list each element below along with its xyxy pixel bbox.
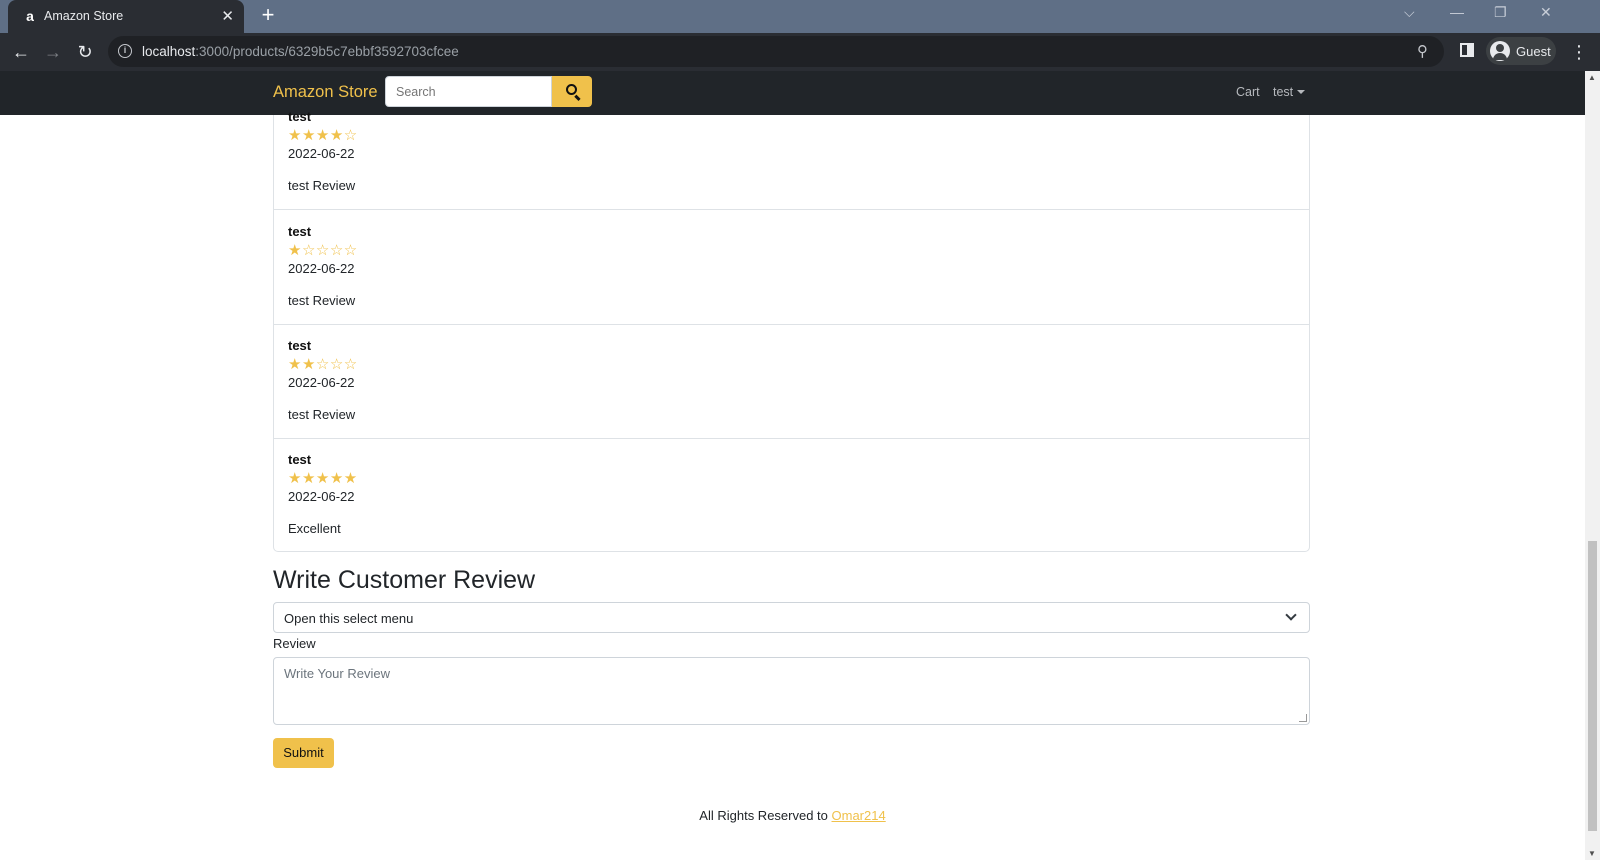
- close-window-icon[interactable]: ✕: [1540, 4, 1552, 21]
- caret-down-icon: [1297, 90, 1306, 94]
- review-item: test ★★★★☆ 2022-06-22 test Review: [274, 95, 1309, 210]
- review-placeholder: Write Your Review: [284, 666, 390, 681]
- write-review-heading: Write Customer Review: [273, 566, 536, 594]
- page-scrollbar[interactable]: ▲ ▼: [1585, 71, 1600, 860]
- profile-name: Guest: [1516, 44, 1551, 59]
- reviews-container: test ★★★★☆ 2022-06-22 test Review test ★…: [273, 109, 1310, 553]
- review-text: test Review: [288, 407, 356, 422]
- review-author: test: [288, 338, 312, 353]
- new-tab-icon[interactable]: +: [256, 4, 280, 28]
- submit-button[interactable]: Submit: [273, 738, 334, 768]
- scrollbar-thumb[interactable]: [1588, 541, 1597, 831]
- rating-select[interactable]: Open this select menu: [273, 602, 1310, 633]
- restore-icon[interactable]: ❐: [1494, 4, 1507, 21]
- browser-toolbar: ← → ↻ i localhost:3000/products/6329b5c7…: [0, 33, 1600, 71]
- zoom-icon[interactable]: ⚲: [1417, 42, 1428, 60]
- scroll-down-icon[interactable]: ▼: [1588, 849, 1596, 858]
- url-text[interactable]: localhost:3000/products/6329b5c7ebbf3592…: [142, 44, 459, 59]
- scroll-up-icon[interactable]: ▲: [1588, 73, 1596, 82]
- review-textarea[interactable]: Write Your Review: [273, 657, 1310, 725]
- author-link[interactable]: Omar214: [832, 808, 886, 823]
- review-date: 2022-06-22: [288, 489, 355, 504]
- review-text: Excellent: [288, 521, 341, 536]
- review-item: test ★★☆☆☆ 2022-06-22 test Review: [274, 324, 1309, 439]
- review-date: 2022-06-22: [288, 375, 355, 390]
- footer: All Rights Reserved to Omar214: [0, 808, 1585, 823]
- browser-tab[interactable]: a Amazon Store ✕: [8, 0, 244, 33]
- star-rating: ★★★★★: [288, 470, 358, 487]
- browser-tab-bar: a Amazon Store ✕ + ⌵ — ❐ ✕: [0, 0, 1600, 33]
- review-label: Review: [273, 636, 316, 651]
- review-author: test: [288, 109, 312, 124]
- side-panel-icon[interactable]: [1460, 43, 1474, 57]
- review-author: test: [288, 224, 312, 239]
- tab-title: Amazon Store: [44, 9, 124, 23]
- address-bar[interactable]: i localhost:3000/products/6329b5c7ebbf35…: [108, 36, 1444, 67]
- profile-button[interactable]: Guest: [1486, 37, 1556, 65]
- star-rating: ★★★★☆: [288, 127, 358, 144]
- avatar-icon: [1490, 41, 1510, 61]
- star-rating: ★★☆☆☆: [288, 356, 358, 373]
- review-date: 2022-06-22: [288, 146, 355, 161]
- rating-select-value: Open this select menu: [284, 611, 414, 626]
- reload-icon[interactable]: ↻: [74, 41, 96, 63]
- kebab-menu-icon[interactable]: ⋮: [1570, 41, 1588, 63]
- tab-search-icon[interactable]: ⌵: [1404, 4, 1415, 21]
- review-text: test Review: [288, 178, 356, 193]
- back-arrow-icon[interactable]: ←: [10, 41, 32, 63]
- forward-arrow-icon[interactable]: →: [42, 41, 64, 63]
- minimize-icon[interactable]: —: [1450, 4, 1464, 20]
- review-item: test ★★★★★ 2022-06-22 Excellent: [274, 438, 1309, 553]
- review-author: test: [288, 452, 312, 467]
- page-viewport: Amazon Store Cart test test ★★★★☆ 2022-0…: [0, 71, 1585, 860]
- site-info-icon[interactable]: i: [118, 44, 132, 58]
- review-item: test ★☆☆☆☆ 2022-06-22 test Review: [274, 210, 1309, 325]
- amazon-favicon-icon: a: [26, 8, 34, 24]
- footer-text: All Rights Reserved to: [699, 808, 832, 823]
- star-rating: ★☆☆☆☆: [288, 242, 358, 259]
- search-icon: [566, 84, 577, 95]
- review-text: test Review: [288, 293, 356, 308]
- resize-handle-icon[interactable]: [1299, 714, 1307, 722]
- chevron-down-icon: [1285, 609, 1297, 621]
- review-date: 2022-06-22: [288, 261, 355, 276]
- close-tab-icon[interactable]: ✕: [221, 7, 234, 25]
